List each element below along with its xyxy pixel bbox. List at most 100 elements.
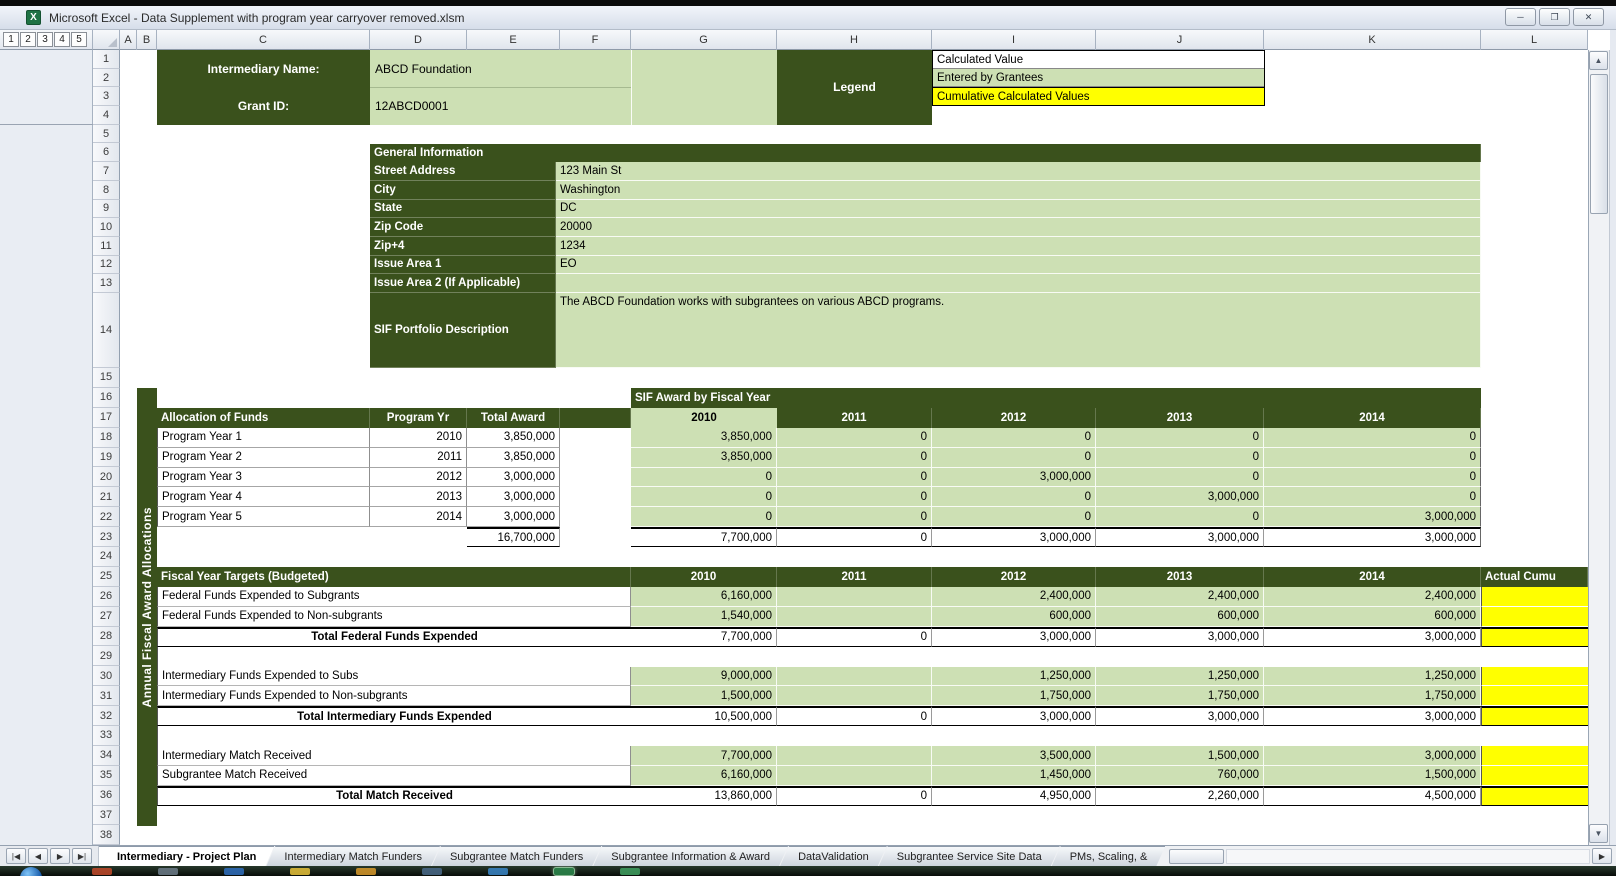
row-header[interactable]: 6 — [93, 143, 120, 162]
row-header[interactable]: 28 — [93, 627, 120, 647]
horizontal-scrollbar[interactable]: ▶ — [1165, 846, 1616, 866]
cell[interactable]: 2,400,000 — [1096, 587, 1264, 607]
grant-id-value[interactable]: 12ABCD0001 — [375, 87, 625, 124]
row-header[interactable]: 9 — [93, 200, 120, 219]
row-header[interactable]: 17 — [93, 408, 120, 428]
cell[interactable]: 0 — [1096, 428, 1264, 448]
cell[interactable]: 1,250,000 — [932, 667, 1096, 687]
cell[interactable]: 0 — [932, 448, 1096, 468]
start-orb-icon[interactable] — [20, 867, 42, 876]
cell[interactable]: 0 — [1096, 448, 1264, 468]
column-header[interactable]: J — [1096, 30, 1264, 50]
outline-level-button[interactable]: 3 — [37, 32, 53, 47]
cell[interactable]: 0 — [1264, 468, 1481, 488]
cell[interactable]: 0 — [631, 468, 777, 488]
row-header[interactable]: 15 — [93, 368, 120, 388]
column-header[interactable]: B — [137, 30, 157, 50]
cell[interactable] — [777, 746, 932, 766]
cell[interactable] — [560, 448, 631, 468]
legend-item[interactable]: Entered by Grantees — [933, 69, 1264, 87]
cell[interactable]: 3,000,000 — [1264, 527, 1481, 547]
cell[interactable]: 1,250,000 — [1096, 667, 1264, 687]
row-header[interactable]: 14 — [93, 293, 120, 368]
cell[interactable] — [157, 647, 631, 667]
cell[interactable]: 0 — [1096, 507, 1264, 527]
vertical-scroll-thumb[interactable] — [1590, 74, 1608, 214]
row-header[interactable]: 22 — [93, 507, 120, 527]
row-header[interactable]: 35 — [93, 766, 120, 786]
cell[interactable] — [1481, 766, 1588, 786]
cell[interactable] — [631, 726, 777, 746]
cell[interactable] — [777, 686, 932, 706]
scroll-down-button[interactable]: ▼ — [1589, 824, 1608, 843]
cell[interactable]: 2013 — [370, 487, 467, 507]
row-header[interactable]: 38 — [93, 825, 120, 845]
outline-level-button[interactable]: 2 — [20, 32, 36, 47]
select-all-corner[interactable] — [93, 30, 120, 50]
cell[interactable]: 2,260,000 — [1096, 786, 1264, 806]
cell[interactable]: 1,500,000 — [631, 686, 777, 706]
close-button[interactable]: ✕ — [1573, 8, 1604, 26]
cell[interactable]: 6,160,000 — [631, 766, 777, 786]
row-header[interactable]: 12 — [93, 256, 120, 275]
cell[interactable]: 600,000 — [1096, 607, 1264, 627]
taskbar-icon-app-amber[interactable] — [356, 868, 376, 875]
cell[interactable]: 3,000,000 — [932, 627, 1096, 647]
row-header[interactable]: 27 — [93, 607, 120, 627]
cell[interactable]: 3,000,000 — [1096, 627, 1264, 647]
cell[interactable]: 600,000 — [932, 607, 1096, 627]
general-info-value[interactable]: 1234 — [556, 237, 1481, 256]
cell[interactable] — [1481, 627, 1588, 647]
taskbar-icon-app-blue[interactable] — [224, 868, 244, 875]
row-header[interactable]: 32 — [93, 706, 120, 726]
cell[interactable]: 3,850,000 — [631, 448, 777, 468]
cell[interactable]: Subgrantee Match Received — [157, 766, 631, 786]
cell[interactable] — [777, 766, 932, 786]
cell[interactable] — [1264, 726, 1481, 746]
cell[interactable]: 760,000 — [1096, 766, 1264, 786]
cell[interactable]: Total Match Received — [157, 786, 631, 806]
cell[interactable]: 6,160,000 — [631, 587, 777, 607]
row-header[interactable]: 1 — [93, 50, 120, 69]
cell[interactable]: 2,400,000 — [932, 587, 1096, 607]
cell[interactable]: 1,500,000 — [1096, 746, 1264, 766]
cell[interactable]: 0 — [932, 507, 1096, 527]
cell[interactable]: Program Year 5 — [157, 507, 370, 527]
row-header[interactable]: 13 — [93, 274, 120, 293]
outline-level-button[interactable]: 4 — [54, 32, 70, 47]
row-header[interactable]: 36 — [93, 786, 120, 806]
cell[interactable]: 0 — [777, 468, 932, 488]
taskbar-icon-app-yellow[interactable] — [290, 868, 310, 875]
cell[interactable] — [560, 468, 631, 488]
cell[interactable]: Federal Funds Expended to Subgrants — [157, 587, 631, 607]
cell[interactable] — [560, 487, 631, 507]
sheet-tab[interactable]: Intermediary - Project Plan — [99, 846, 274, 866]
cell[interactable] — [560, 527, 631, 547]
cell[interactable]: 600,000 — [1264, 607, 1481, 627]
cell[interactable] — [157, 527, 370, 547]
intermediary-name-value[interactable]: ABCD Foundation — [375, 50, 625, 87]
cell[interactable]: 3,000,000 — [1096, 706, 1264, 726]
cell[interactable] — [777, 587, 932, 607]
cell[interactable]: 13,860,000 — [631, 786, 777, 806]
taskbar-icon-app-green-sheet[interactable] — [620, 868, 640, 875]
cell[interactable] — [1096, 726, 1264, 746]
cell[interactable]: 2,400,000 — [1264, 587, 1481, 607]
row-header[interactable]: 11 — [93, 237, 120, 256]
cell[interactable]: 3,000,000 — [1264, 627, 1481, 647]
column-header[interactable]: I — [932, 30, 1096, 50]
cell[interactable] — [560, 428, 631, 448]
restore-button[interactable]: ❐ — [1539, 8, 1570, 26]
cell[interactable]: 3,000,000 — [1264, 507, 1481, 527]
cell[interactable]: 2010 — [370, 428, 467, 448]
cell[interactable]: 16,700,000 — [467, 527, 560, 547]
sheet-tab[interactable]: Intermediary Match Funders — [266, 846, 440, 866]
cell[interactable]: Total Federal Funds Expended — [157, 627, 631, 647]
minimize-button[interactable]: ─ — [1505, 8, 1536, 26]
row-header[interactable]: 23 — [93, 527, 120, 547]
cell[interactable]: 0 — [777, 706, 932, 726]
cell[interactable]: 0 — [777, 448, 932, 468]
column-header[interactable]: C — [157, 30, 370, 50]
sheet-tab[interactable]: Subgrantee Match Funders — [432, 846, 601, 866]
general-info-value[interactable]: The ABCD Foundation works with subgrante… — [556, 293, 1481, 368]
